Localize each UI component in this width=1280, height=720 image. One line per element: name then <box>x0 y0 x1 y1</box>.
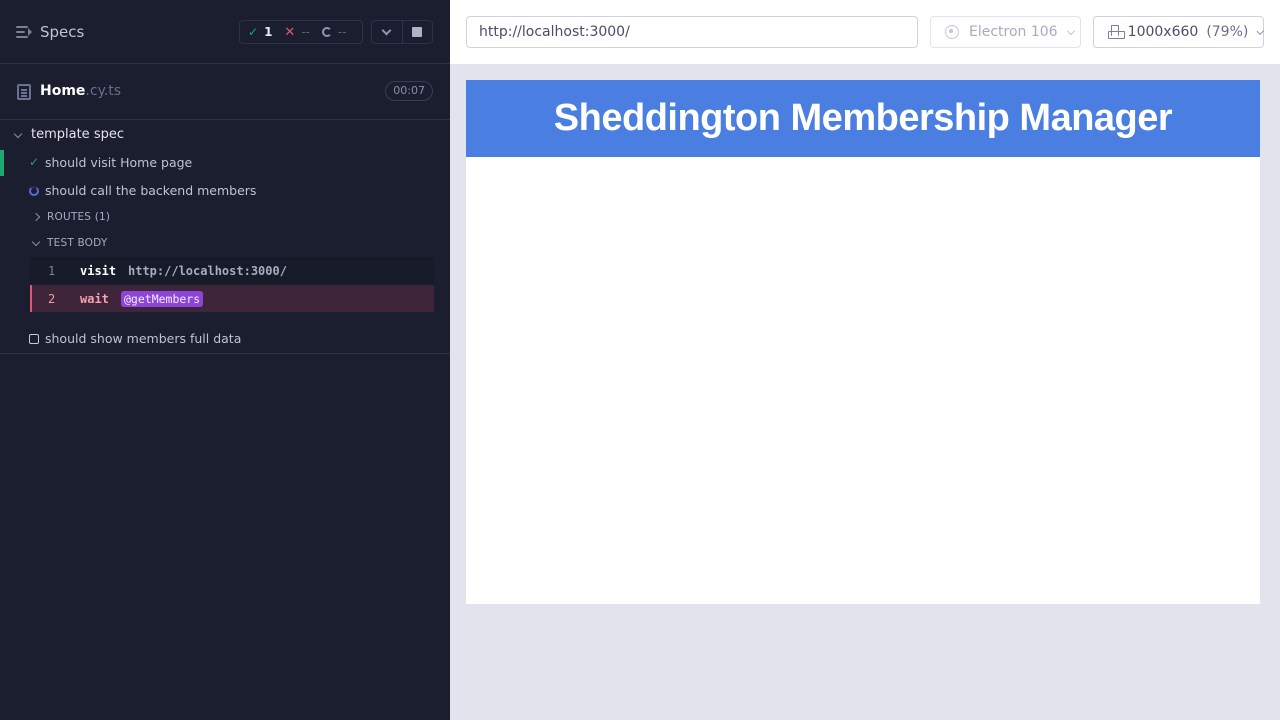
reporter-header: Specs ✓ 1 ✕ -- -- <box>0 0 450 64</box>
test-title: should call the backend members <box>45 183 257 198</box>
chevron-down-icon <box>382 25 392 35</box>
alias-badge: @getMembers <box>121 291 204 307</box>
divider <box>0 353 450 354</box>
failed-count: -- <box>301 25 310 39</box>
x-icon: ✕ <box>284 24 296 40</box>
routes-toggle[interactable]: ROUTES (1) <box>31 208 111 226</box>
url-field[interactable]: http://localhost:3000/ <box>466 16 918 48</box>
running-spinner-icon <box>29 186 39 196</box>
document-icon <box>17 84 31 100</box>
suite-title: template spec <box>31 126 124 142</box>
viewport-selector[interactable]: 1000x660 (79%) <box>1093 16 1265 48</box>
chevron-down-icon <box>1256 26 1265 35</box>
test-row-running[interactable]: should call the backend members <box>0 180 450 202</box>
browser-selector[interactable]: Electron 106 <box>930 16 1081 48</box>
stop-button[interactable] <box>401 21 432 43</box>
command-row-active[interactable]: 2 wait @getMembers <box>30 285 434 312</box>
test-stats: ✓ 1 ✕ -- -- <box>239 20 363 44</box>
viewport-size: 1000x660 <box>1127 24 1199 40</box>
test-row-pending[interactable]: should show members full data <box>0 328 450 350</box>
check-icon: ✓ <box>248 25 259 39</box>
spec-file-base: Home <box>40 83 86 99</box>
viewport-icon <box>1108 25 1125 39</box>
stop-icon <box>412 27 423 37</box>
app-under-test-frame: Sheddington Membership Manager <box>466 80 1260 604</box>
test-row-passed[interactable]: ✓ should visit Home page <box>0 152 450 174</box>
routes-label: ROUTES (1) <box>47 211 111 223</box>
spec-duration: 00:07 <box>385 81 433 101</box>
command-log: 1 visit http://localhost:3000/ 2 wait @g… <box>30 257 434 313</box>
run-controls <box>371 20 433 44</box>
test-body-label: TEST BODY <box>47 237 108 249</box>
check-icon: ✓ <box>29 155 40 169</box>
spec-file-row[interactable]: Home.cy.ts 00:07 <box>0 65 450 120</box>
command-row[interactable]: 1 visit http://localhost:3000/ <box>30 257 434 284</box>
browser-name: Electron 106 <box>969 24 1058 40</box>
specs-toggle-button[interactable]: Specs <box>16 20 84 44</box>
pending-circle-icon <box>322 27 332 37</box>
failed-stat: ✕ -- <box>284 25 310 40</box>
pending-count: -- <box>338 25 347 39</box>
chevron-down-icon <box>1066 26 1075 35</box>
reporter-panel: Specs ✓ 1 ✕ -- -- Home.cy.ts 00:07 templ… <box>0 0 450 720</box>
app-header: Sheddington Membership Manager <box>466 80 1260 157</box>
viewport-scale: (79%) <box>1206 24 1249 40</box>
aut-header: http://localhost:3000/ Electron 106 1000… <box>450 0 1280 64</box>
expand-collapse-button[interactable] <box>372 21 402 43</box>
command-name: wait <box>80 291 109 306</box>
pending-stat: -- <box>322 25 347 39</box>
chevron-down-icon <box>13 129 23 139</box>
command-message: http://localhost:3000/ <box>128 263 287 278</box>
command-number: 2 <box>48 291 56 306</box>
specs-label: Specs <box>40 23 85 41</box>
electron-icon <box>945 25 959 39</box>
pending-square-icon <box>29 334 39 344</box>
chevron-down-icon <box>31 237 41 246</box>
passed-count: 1 <box>264 25 273 39</box>
test-title: should show members full data <box>45 331 242 346</box>
chevron-right-icon <box>31 212 41 222</box>
spec-file-name: Home.cy.ts <box>40 83 121 99</box>
passed-stat: ✓ 1 <box>248 25 272 39</box>
menu-collapse-icon <box>16 25 32 39</box>
command-number: 1 <box>48 263 56 278</box>
command-name: visit <box>80 263 117 278</box>
app-title: Sheddington Membership Manager <box>553 97 1173 139</box>
test-title: should visit Home page <box>45 155 193 170</box>
test-body-toggle[interactable]: TEST BODY <box>31 234 108 252</box>
spec-file-ext: .cy.ts <box>85 83 122 99</box>
